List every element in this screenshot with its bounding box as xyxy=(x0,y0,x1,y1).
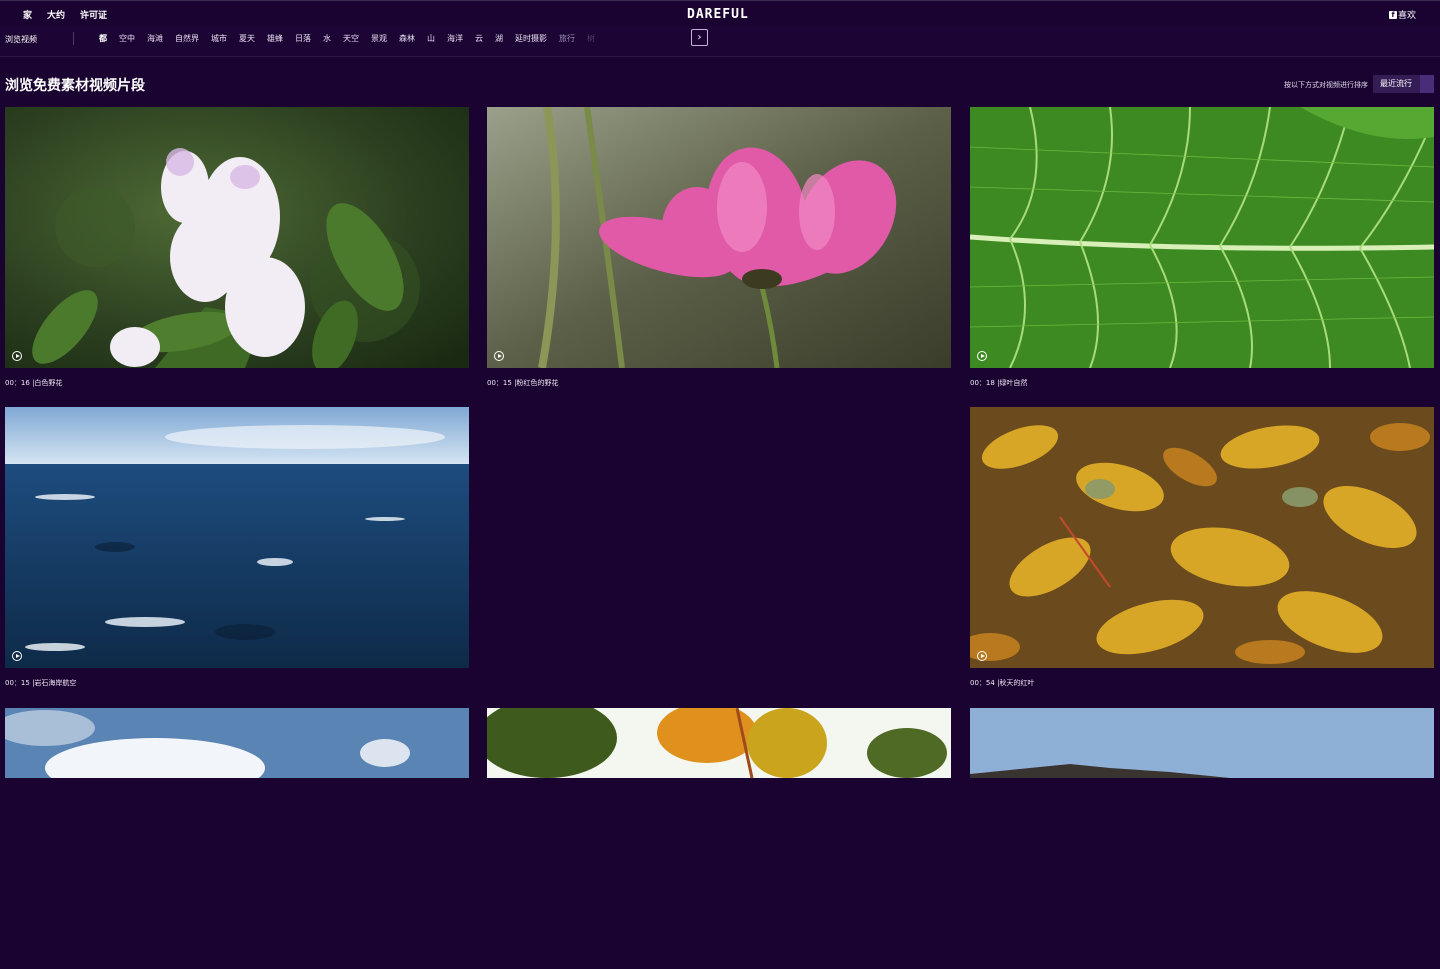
category-mountain[interactable]: 山 xyxy=(427,33,435,44)
category-list: 都 空中 海滩 自然界 城市 夏天 雄蜂 日落 水 天空 景观 森林 山 海洋 … xyxy=(99,33,595,44)
facebook-like-button[interactable]: f 喜欢 xyxy=(1388,8,1416,21)
video-thumbnail[interactable] xyxy=(970,708,1434,969)
category-cloud[interactable]: 云 xyxy=(475,33,483,44)
category-aerial[interactable]: 空中 xyxy=(119,33,135,44)
video-caption[interactable]: 00：15 |粉红色的野花 xyxy=(487,378,951,388)
video-caption[interactable]: 00：54 |秋天的红叶 xyxy=(970,678,1434,688)
category-bar: 浏览视频 都 空中 海滩 自然界 城市 夏天 雄蜂 日落 水 天空 景观 森林 … xyxy=(0,26,1440,57)
video-thumbnail[interactable] xyxy=(5,107,469,368)
category-forest[interactable]: 森林 xyxy=(399,33,415,44)
category-lake[interactable]: 湖 xyxy=(495,33,503,44)
video-thumbnail[interactable] xyxy=(970,107,1434,368)
category-beach[interactable]: 海滩 xyxy=(147,33,163,44)
sort-selected-value: 最近流行 xyxy=(1380,79,1412,88)
video-card[interactable] xyxy=(970,708,1434,969)
video-thumbnail[interactable] xyxy=(5,708,469,969)
category-summer[interactable]: 夏天 xyxy=(239,33,255,44)
play-icon xyxy=(977,351,987,361)
video-title: 秋天的红叶 xyxy=(999,679,1035,687)
video-card[interactable]: 00：18 |绿叶自然 xyxy=(970,107,1434,388)
category-tree[interactable]: 树 xyxy=(587,33,595,44)
category-bar-title: 浏览视频 xyxy=(5,35,37,44)
autumn-leaves-image xyxy=(970,407,1434,668)
video-title: 岩石海岸航空 xyxy=(34,679,77,687)
video-card[interactable] xyxy=(487,708,951,969)
nav-about[interactable]: 大约 xyxy=(47,8,65,21)
mountain-image xyxy=(970,708,1434,778)
category-water[interactable]: 水 xyxy=(323,33,331,44)
white-flower-image xyxy=(5,107,469,368)
play-icon xyxy=(12,351,22,361)
category-sunset[interactable]: 日落 xyxy=(295,33,311,44)
video-duration: 00：15 xyxy=(487,379,512,387)
video-duration: 00：16 xyxy=(5,379,30,387)
autumn-tree-image xyxy=(487,708,951,778)
sort-dropdown[interactable]: 最近流行 xyxy=(1373,75,1434,93)
category-ocean[interactable]: 海洋 xyxy=(447,33,463,44)
video-title: 绿叶自然 xyxy=(999,379,1028,387)
video-card[interactable]: 00：15 |岩石海岸航空 xyxy=(5,407,469,688)
play-icon xyxy=(494,351,504,361)
chevron-right-icon: › xyxy=(697,32,702,43)
category-next-button[interactable]: › xyxy=(691,29,708,46)
play-icon xyxy=(12,651,22,661)
video-card[interactable] xyxy=(5,708,469,969)
divider xyxy=(73,32,74,45)
video-caption[interactable]: 00：18 |绿叶自然 xyxy=(970,378,1434,388)
video-caption[interactable]: 00：15 |岩石海岸航空 xyxy=(5,678,469,688)
category-all[interactable]: 都 xyxy=(99,33,107,44)
facebook-icon: f xyxy=(1388,10,1397,19)
category-nature[interactable]: 自然界 xyxy=(175,33,199,44)
nav-home[interactable]: 家 xyxy=(23,8,32,21)
category-timelapse[interactable]: 延时摄影 xyxy=(515,33,547,44)
pink-flower-image xyxy=(487,107,951,368)
dropdown-arrow-icon xyxy=(1420,75,1434,93)
video-card[interactable]: 00：16 |白色野花 xyxy=(5,107,469,388)
top-header: 家 大约 许可证 DAREFUL f 喜欢 xyxy=(0,0,1440,26)
like-label: 喜欢 xyxy=(1397,11,1416,21)
video-thumbnail[interactable] xyxy=(970,407,1434,668)
video-duration: 00：18 xyxy=(970,379,995,387)
green-leaf-image xyxy=(970,107,1434,368)
category-landscape[interactable]: 景观 xyxy=(371,33,387,44)
video-duration: 00：54 xyxy=(970,679,995,687)
category-travel[interactable]: 旅行 xyxy=(559,33,575,44)
top-nav: 家 大约 许可证 xyxy=(23,8,107,21)
ocean-image xyxy=(5,407,469,668)
site-logo[interactable]: DAREFUL xyxy=(687,7,749,22)
clouds-image xyxy=(5,708,469,778)
play-icon xyxy=(977,651,987,661)
sort-label: 按以下方式对视频进行排序 xyxy=(1284,81,1368,89)
video-thumbnail[interactable] xyxy=(487,107,951,368)
video-card[interactable]: 00：15 |粉红色的野花 xyxy=(487,107,951,388)
page-title: 浏览免费素材视频片段 xyxy=(5,78,145,94)
category-drone[interactable]: 雄蜂 xyxy=(267,33,283,44)
nav-license[interactable]: 许可证 xyxy=(80,8,107,21)
video-title: 白色野花 xyxy=(34,379,63,387)
category-sky[interactable]: 天空 xyxy=(343,33,359,44)
video-card[interactable]: 00：54 |秋天的红叶 xyxy=(970,407,1434,688)
video-duration: 00：15 xyxy=(5,679,30,687)
category-city[interactable]: 城市 xyxy=(211,33,227,44)
video-caption[interactable]: 00：16 |白色野花 xyxy=(5,378,469,388)
video-thumbnail[interactable] xyxy=(487,708,951,969)
video-title: 粉红色的野花 xyxy=(516,379,559,387)
video-thumbnail[interactable] xyxy=(5,407,469,668)
